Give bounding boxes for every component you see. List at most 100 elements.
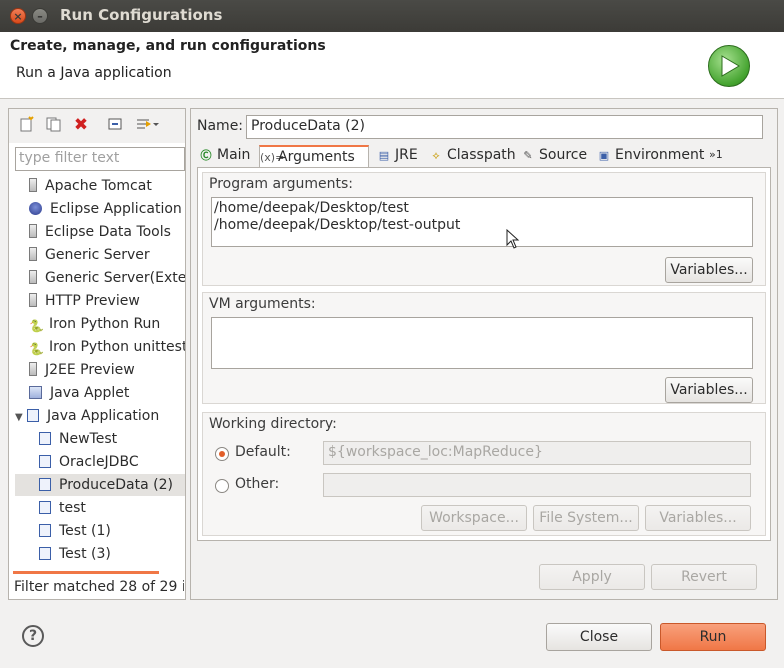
server-icon <box>29 270 37 284</box>
filter-input[interactable]: type filter text <box>15 147 185 171</box>
program-arguments-label: Program arguments: <box>209 176 353 192</box>
run-play-icon <box>708 45 750 87</box>
mouse-pointer-icon <box>506 229 520 249</box>
tree-item-label: OracleJDBC <box>59 454 139 470</box>
classpath-icon: ⟡ <box>432 149 440 162</box>
tab-environment[interactable]: ▣ Environment <box>597 145 707 167</box>
tree-item-label: Test (1) <box>59 523 111 539</box>
tab-main[interactable]: Ⓒ Main <box>199 145 259 167</box>
tree-item-label: Apache Tomcat <box>45 178 152 194</box>
other-directory-field[interactable] <box>323 473 751 497</box>
tree-item-oraclejdbc[interactable]: OracleJDBC <box>39 451 185 473</box>
tree-item-java-applet[interactable]: Java Applet <box>29 382 185 404</box>
tree-item-label: Eclipse Application <box>50 201 182 217</box>
apply-button[interactable]: Apply <box>539 564 645 590</box>
tab-classpath[interactable]: ⟡ Classpath <box>429 145 517 167</box>
python-icon: 🐍 <box>29 319 44 333</box>
tree-item-label: J2EE Preview <box>45 362 135 378</box>
tree-item-iron-python-run[interactable]: 🐍 Iron Python Run <box>29 313 185 335</box>
tree-item-j2ee-preview[interactable]: J2EE Preview <box>29 359 185 381</box>
tree-item-label: Eclipse Data Tools <box>45 224 171 240</box>
vm-variables-button[interactable]: Variables... <box>665 377 753 403</box>
tree-item-generic-server-external[interactable]: Generic Server(External Launch) <box>29 267 185 289</box>
program-arguments-input[interactable]: /home/deepak/Desktop/test /home/deepak/D… <box>211 197 753 247</box>
program-arguments-group: Program arguments: /home/deepak/Desktop/… <box>202 172 766 286</box>
horizontal-scrollbar[interactable] <box>13 571 159 574</box>
main-icon: Ⓒ <box>200 149 212 162</box>
configuration-editor: Name: ProduceData (2) Ⓒ Main (x)=Argument… <box>190 108 778 600</box>
default-directory-label: Default: <box>235 444 291 460</box>
close-button[interactable]: Close <box>546 623 652 651</box>
tab-label: JRE <box>395 147 418 163</box>
tab-arguments[interactable]: (x)=Arguments <box>259 145 369 167</box>
window-minimize-button[interactable]: – <box>32 8 48 24</box>
dialog-header: Create, manage, and run configurations R… <box>0 32 784 99</box>
jre-icon: ▤ <box>378 149 390 162</box>
run-button[interactable]: Run <box>660 623 766 651</box>
window-close-button[interactable]: × <box>10 8 26 24</box>
arguments-icon: (x)= <box>260 151 285 164</box>
expand-arrow-icon[interactable]: ▼ <box>15 407 27 427</box>
delete-configuration-icon[interactable]: ✖ <box>72 116 90 134</box>
environment-icon: ▣ <box>598 149 610 162</box>
tree-item-generic-server[interactable]: Generic Server <box>29 244 185 266</box>
server-icon <box>29 362 37 376</box>
configurations-panel: ✖ type filter text Apache Tomcat Eclipse… <box>8 108 186 600</box>
tree-item-label: Generic Server <box>45 247 150 263</box>
tree-item-label: NewTest <box>59 431 118 447</box>
new-configuration-icon[interactable] <box>17 116 35 134</box>
tree-item-label: Java Applet <box>50 385 130 401</box>
configurations-toolbar: ✖ <box>9 109 185 143</box>
server-icon <box>29 293 37 307</box>
tree-item-producedata-2[interactable]: ProduceData (2) <box>15 474 185 496</box>
window-title: Run Configurations <box>60 6 223 24</box>
tree-item-test[interactable]: test <box>39 497 185 519</box>
program-variables-button[interactable]: Variables... <box>665 257 753 283</box>
tree-item-java-application[interactable]: ▼ Java Application <box>15 405 185 427</box>
tree-item-test-3[interactable]: Test (3) <box>39 543 185 565</box>
collapse-all-icon[interactable] <box>106 116 124 134</box>
name-input[interactable]: ProduceData (2) <box>246 115 763 139</box>
tree-item-apache-tomcat[interactable]: Apache Tomcat <box>29 175 185 197</box>
duplicate-configuration-icon[interactable] <box>44 116 62 134</box>
workspace-button[interactable]: Workspace... <box>421 505 527 531</box>
other-directory-label: Other: <box>235 476 280 492</box>
java-file-icon <box>39 455 51 468</box>
tab-label: Source <box>539 147 588 163</box>
tab-jre[interactable]: ▤ JRE <box>377 145 425 167</box>
tree-item-label: Java Application <box>47 408 160 424</box>
tree-item-http-preview[interactable]: HTTP Preview <box>29 290 185 312</box>
tab-label: Arguments <box>278 149 355 165</box>
java-app-icon <box>27 409 39 422</box>
tree-item-eclipse-data-tools[interactable]: Eclipse Data Tools <box>29 221 185 243</box>
tab-source[interactable]: ✎ Source <box>521 145 591 167</box>
filter-menu-icon[interactable] <box>135 116 161 134</box>
directory-variables-button[interactable]: Variables... <box>645 505 751 531</box>
working-directory-group: Working directory: Default: ${workspace_… <box>202 412 766 536</box>
filter-status: Filter matched 28 of 29 items <box>14 579 184 595</box>
help-icon[interactable]: ? <box>22 625 44 647</box>
header-title: Create, manage, and run configurations <box>10 38 326 54</box>
tree-item-iron-python-unittest[interactable]: 🐍 Iron Python unittest <box>29 336 185 358</box>
file-system-button[interactable]: File System... <box>533 505 639 531</box>
tab-label: Classpath <box>447 147 516 163</box>
tree-item-newtest[interactable]: NewTest <box>39 428 185 450</box>
tab-more[interactable]: »1 <box>709 145 733 167</box>
header-subtitle: Run a Java application <box>16 65 172 81</box>
working-directory-label: Working directory: <box>209 416 337 432</box>
tree-item-label: Iron Python unittest <box>49 339 185 355</box>
vm-arguments-input[interactable] <box>211 317 753 369</box>
default-directory-radio[interactable] <box>215 447 229 461</box>
revert-button[interactable]: Revert <box>651 564 757 590</box>
java-file-icon <box>39 432 51 445</box>
other-directory-radio[interactable] <box>215 479 229 493</box>
database-icon <box>29 224 37 238</box>
server-icon <box>29 247 37 261</box>
tree-item-eclipse-application[interactable]: Eclipse Application <box>29 198 185 220</box>
tree-item-label: Generic Server(External Launch) <box>45 270 185 286</box>
java-file-icon <box>39 501 51 514</box>
tree-item-test-1[interactable]: Test (1) <box>39 520 185 542</box>
title-bar: × – Run Configurations <box>0 0 784 32</box>
tree-item-label: Iron Python Run <box>49 316 161 332</box>
tree-item-label: HTTP Preview <box>45 293 140 309</box>
